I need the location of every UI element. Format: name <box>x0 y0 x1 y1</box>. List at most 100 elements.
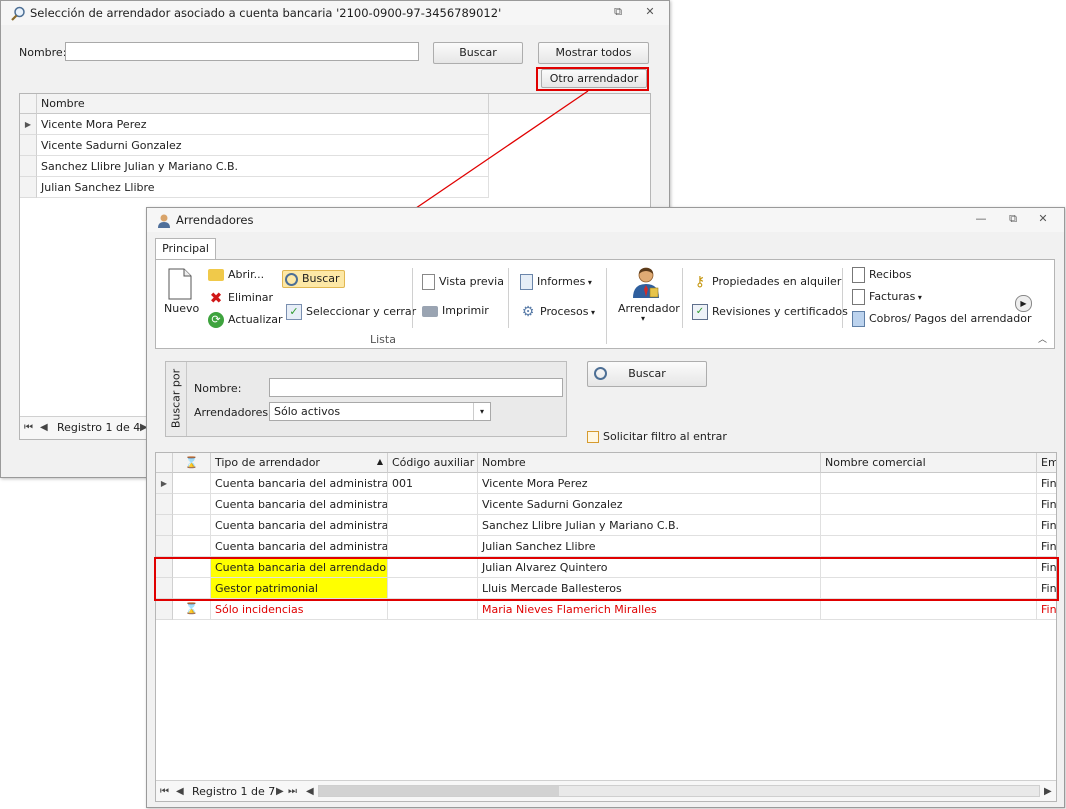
status-cell <box>173 473 211 494</box>
nombre-search-input[interactable] <box>269 378 563 397</box>
chevron-down-icon: ▾ <box>641 314 646 323</box>
cell-comercial[interactable] <box>821 494 1037 515</box>
cell-nombre[interactable]: Vicente Sadurni Gonzalez <box>478 494 821 515</box>
scroll-left-icon[interactable]: ◀ <box>306 786 314 797</box>
chevron-down-icon: ▾ <box>588 308 596 317</box>
magnifier-icon <box>594 367 607 380</box>
cell-emp[interactable]: Fin <box>1037 494 1056 515</box>
cell-nombre[interactable]: Julian Sanchez Llibre <box>478 536 821 557</box>
propiedades-button[interactable]: ⚷ Propiedades en alquiler <box>692 274 842 290</box>
arrendadores-select[interactable]: Sólo activos ▾ <box>269 402 491 421</box>
column-header-codigo[interactable]: Código auxiliar <box>388 453 478 473</box>
buscar-por-label: Buscar por <box>169 368 183 429</box>
buscar-search-button[interactable]: Buscar <box>587 361 707 387</box>
actualizar-label: Actualizar <box>228 313 283 326</box>
buscar-search-label: Buscar <box>628 367 666 380</box>
cell-tipo[interactable]: Sólo incidencias <box>211 599 388 620</box>
seleccionar-cerrar-label: Seleccionar y cerrar <box>306 305 417 318</box>
collapse-ribbon-icon[interactable]: ︿ <box>1038 332 1047 345</box>
imprimir-button[interactable]: Imprimir <box>422 304 489 317</box>
cell-tipo[interactable]: Cuenta bancaria del administrador <box>211 536 388 557</box>
rows-highlight <box>154 557 1059 601</box>
vista-previa-label: Vista previa <box>439 275 504 288</box>
scrollbar-thumb[interactable] <box>319 786 559 796</box>
row-indicator-header <box>156 453 173 473</box>
buscar-ribbon-button[interactable]: Buscar <box>282 270 345 288</box>
cell-codigo[interactable] <box>388 494 478 515</box>
cell-comercial[interactable] <box>821 473 1037 494</box>
imprimir-label: Imprimir <box>442 304 489 317</box>
facturas-button[interactable]: Facturas ▾ <box>852 289 922 305</box>
arrendadores-title: Arrendadores <box>176 213 254 227</box>
cell-emp[interactable]: Fin <box>1037 599 1056 620</box>
close-icon[interactable]: ✕ <box>1035 212 1051 226</box>
solicitar-filtro-checkbox[interactable]: Solicitar filtro al entrar <box>587 430 727 443</box>
restore-icon[interactable]: ⧉ <box>1005 212 1021 226</box>
first-record-icon[interactable]: ⏮ <box>160 786 169 797</box>
cell-tipo[interactable]: Cuenta bancaria del administrador <box>211 494 388 515</box>
scroll-right-icon[interactable]: ▶ <box>1044 786 1052 797</box>
actualizar-button[interactable]: ⟳ Actualizar <box>208 312 283 328</box>
status-cell <box>173 515 211 536</box>
column-header-comercial[interactable]: Nombre comercial <box>821 453 1037 473</box>
cell-nombre[interactable]: Vicente Mora Perez <box>478 473 821 494</box>
cobros-label: Cobros/ Pagos del arrendador <box>869 312 1032 325</box>
cell-codigo[interactable]: 001 <box>388 473 478 494</box>
cell-emp[interactable]: Fin <box>1037 515 1056 536</box>
nuevo-button[interactable]: Nuevo <box>164 302 199 315</box>
procesos-button[interactable]: ⚙ Procesos ▾ <box>520 304 595 320</box>
arrendador-button[interactable]: Arrendador <box>618 302 680 315</box>
cell-emp[interactable]: Fin <box>1037 473 1056 494</box>
column-header-status: ⌛ <box>173 453 211 473</box>
informes-button[interactable]: Informes ▾ <box>520 274 592 290</box>
cell-codigo[interactable] <box>388 599 478 620</box>
cell-nombre[interactable]: Maria Nieves Flamerich Miralles <box>478 599 821 620</box>
ribbon-separator <box>606 268 607 344</box>
ribbon-scroll-right-icon[interactable]: ▶ <box>1015 295 1032 312</box>
horizontal-scrollbar[interactable] <box>318 785 1040 797</box>
tab-principal[interactable]: Principal <box>155 238 216 260</box>
magnifier-icon <box>285 272 298 286</box>
buscar-ribbon-label: Buscar <box>302 272 340 285</box>
refresh-icon: ⟳ <box>208 312 224 328</box>
cell-emp[interactable]: Fin <box>1037 536 1056 557</box>
minimize-icon[interactable]: — <box>973 212 989 226</box>
column-header-tipo[interactable]: Tipo de arrendador ▲ <box>211 453 388 473</box>
prev-record-icon[interactable]: ◀ <box>176 786 184 797</box>
invoice-icon <box>852 289 865 305</box>
status-cell: ⌛ <box>173 599 211 620</box>
cell-tipo[interactable]: Cuenta bancaria del administrador <box>211 515 388 536</box>
next-record-icon[interactable]: ▶ <box>276 786 284 797</box>
ribbon-separator <box>412 268 413 328</box>
status-cell <box>173 494 211 515</box>
revisiones-label: Revisiones y certificados <box>712 305 848 318</box>
chevron-down-icon: ▾ <box>585 278 592 287</box>
receipt-icon <box>852 267 865 283</box>
folder-icon <box>208 269 224 281</box>
hourglass-icon: ⌛ <box>184 602 199 615</box>
chevron-down-icon[interactable]: ▾ <box>473 403 490 420</box>
arrendadores-titlebar: Arrendadores — ⧉ ✕ <box>147 208 1064 232</box>
cobros-button[interactable]: Cobros/ Pagos del arrendador <box>852 311 1032 327</box>
cell-comercial[interactable] <box>821 536 1037 557</box>
column-header-nombre[interactable]: Nombre <box>478 453 821 473</box>
vista-previa-button[interactable]: Vista previa <box>422 274 504 290</box>
current-row-icon: ▶ <box>156 473 173 494</box>
new-document-icon <box>168 268 192 300</box>
cell-codigo[interactable] <box>388 536 478 557</box>
procesos-label: Procesos <box>540 305 589 318</box>
cell-comercial[interactable] <box>821 599 1037 620</box>
cell-codigo[interactable] <box>388 515 478 536</box>
column-header-emp[interactable]: Emp <box>1037 453 1056 473</box>
abrir-button[interactable]: Abrir... <box>208 268 264 281</box>
eliminar-button[interactable]: ✖ Eliminar <box>208 290 273 306</box>
cell-nombre[interactable]: Sanchez Llibre Julian y Mariano C.B. <box>478 515 821 536</box>
record-status: Registro 1 de 7 <box>192 785 276 798</box>
seleccionar-cerrar-button[interactable]: ✓ Seleccionar y cerrar <box>286 304 416 320</box>
revisiones-button[interactable]: ✓ Revisiones y certificados <box>692 304 848 320</box>
recibos-button[interactable]: Recibos <box>852 267 911 283</box>
last-record-icon[interactable]: ⏭ <box>288 786 297 797</box>
checkbox-icon <box>587 431 599 443</box>
cell-tipo[interactable]: Cuenta bancaria del administrador <box>211 473 388 494</box>
cell-comercial[interactable] <box>821 515 1037 536</box>
